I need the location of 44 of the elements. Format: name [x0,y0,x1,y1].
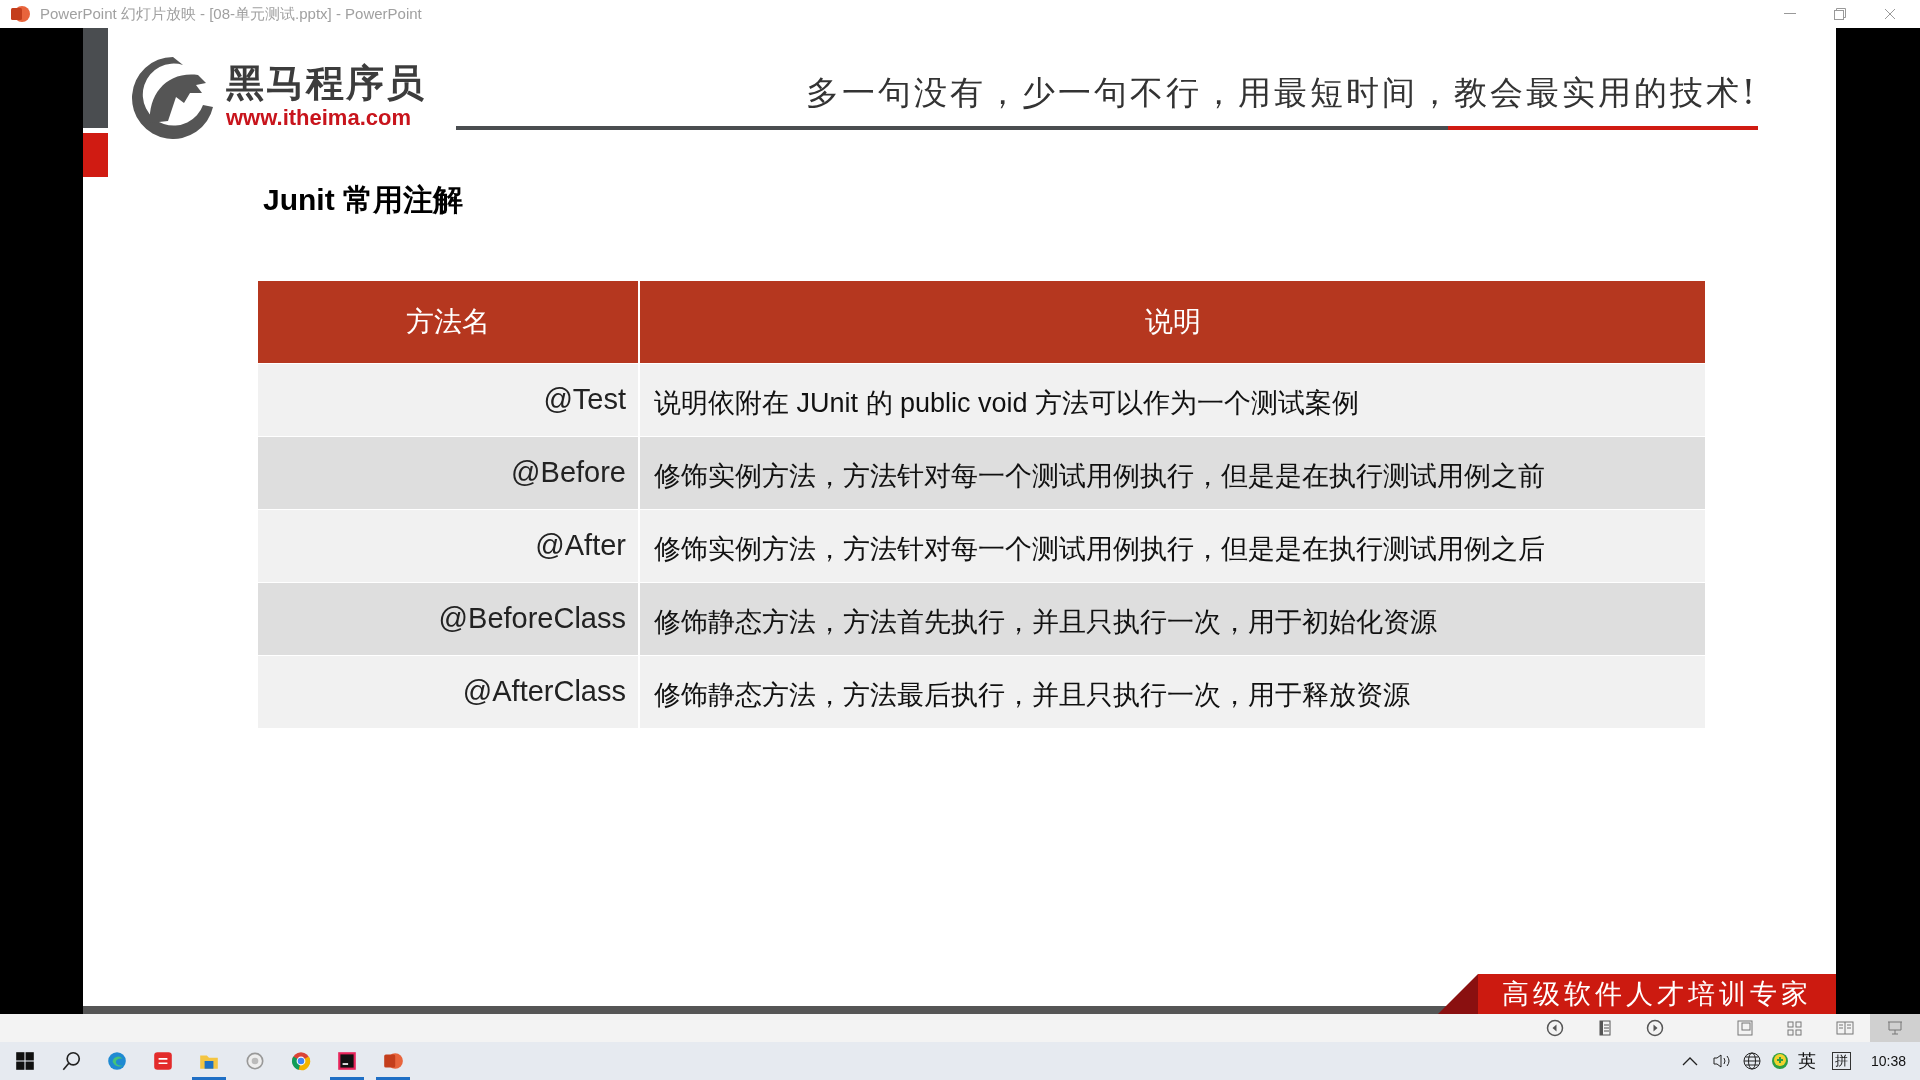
ime-mode[interactable]: 拼 [1831,1052,1851,1070]
edge-icon [106,1050,128,1072]
table-cell: 修饰实例方法，方法针对每一个测试用例执行，但是是在执行测试用例之前 [640,437,1705,509]
banner-corner [1438,974,1478,1014]
chevron-up-icon[interactable] [1681,1056,1698,1066]
table-cell: 修饰实例方法，方法针对每一个测试用例执行，但是是在执行测试用例之后 [640,510,1705,582]
slide-heading: Junit 常用注解 [262,182,464,218]
brand-name: 黑马程序员 [226,60,426,105]
minimize-icon [1784,13,1796,15]
table-cell: 说明依附在 JUnit 的 public void 方法可以作为一个测试案例 [640,364,1705,436]
shield-app-icon[interactable] [1769,1051,1790,1071]
reading-view-icon [1835,1018,1855,1038]
table-cell: @BeforeClass [258,583,640,655]
table-cell: @Before [258,437,640,509]
chrome-icon [290,1050,312,1072]
restore-icon [1834,8,1846,20]
column-header: 说明 [640,281,1705,363]
slogan: 多一句没有，少一句不行，用最短时间，教会最实用的技术! [804,72,1758,114]
table-cell: @After [258,510,640,582]
normal-view-icon [1735,1018,1755,1038]
footer-slogan: 高级软件人才培训专家 [1502,976,1812,1011]
powerpoint-icon [10,5,30,23]
intellij-icon [336,1050,358,1072]
column-header: 方法名 [258,281,640,363]
start-icon [14,1050,36,1072]
table-cell: 修饰静态方法，方法首先执行，并且只执行一次，用于初始化资源 [640,583,1705,655]
brand-url: www.itheima.com [226,104,412,131]
app-icon [152,1050,174,1072]
ime-language[interactable]: 英 [1797,1047,1816,1075]
table-cell: @Test [258,364,640,436]
grid-view-icon [1785,1018,1805,1038]
clock[interactable]: 10:38 [1870,1050,1906,1072]
globe-icon[interactable] [1741,1051,1762,1071]
circle-app-icon [244,1050,266,1072]
next-icon [1645,1018,1665,1038]
close-icon [1884,8,1896,20]
search-icon [60,1050,82,1072]
projector-icon [1885,1018,1905,1038]
table-cell: 修饰静态方法，方法最后执行，并且只执行一次，用于释放资源 [640,656,1705,728]
powerpoint-icon [382,1050,404,1072]
speaker-icon[interactable] [1711,1053,1732,1069]
table-cell: @AfterClass [258,656,640,728]
previous-icon [1545,1018,1565,1038]
window-title: PowerPoint 幻灯片放映 - [08-单元测试.pptx] - PowerPoint [40,3,423,24]
